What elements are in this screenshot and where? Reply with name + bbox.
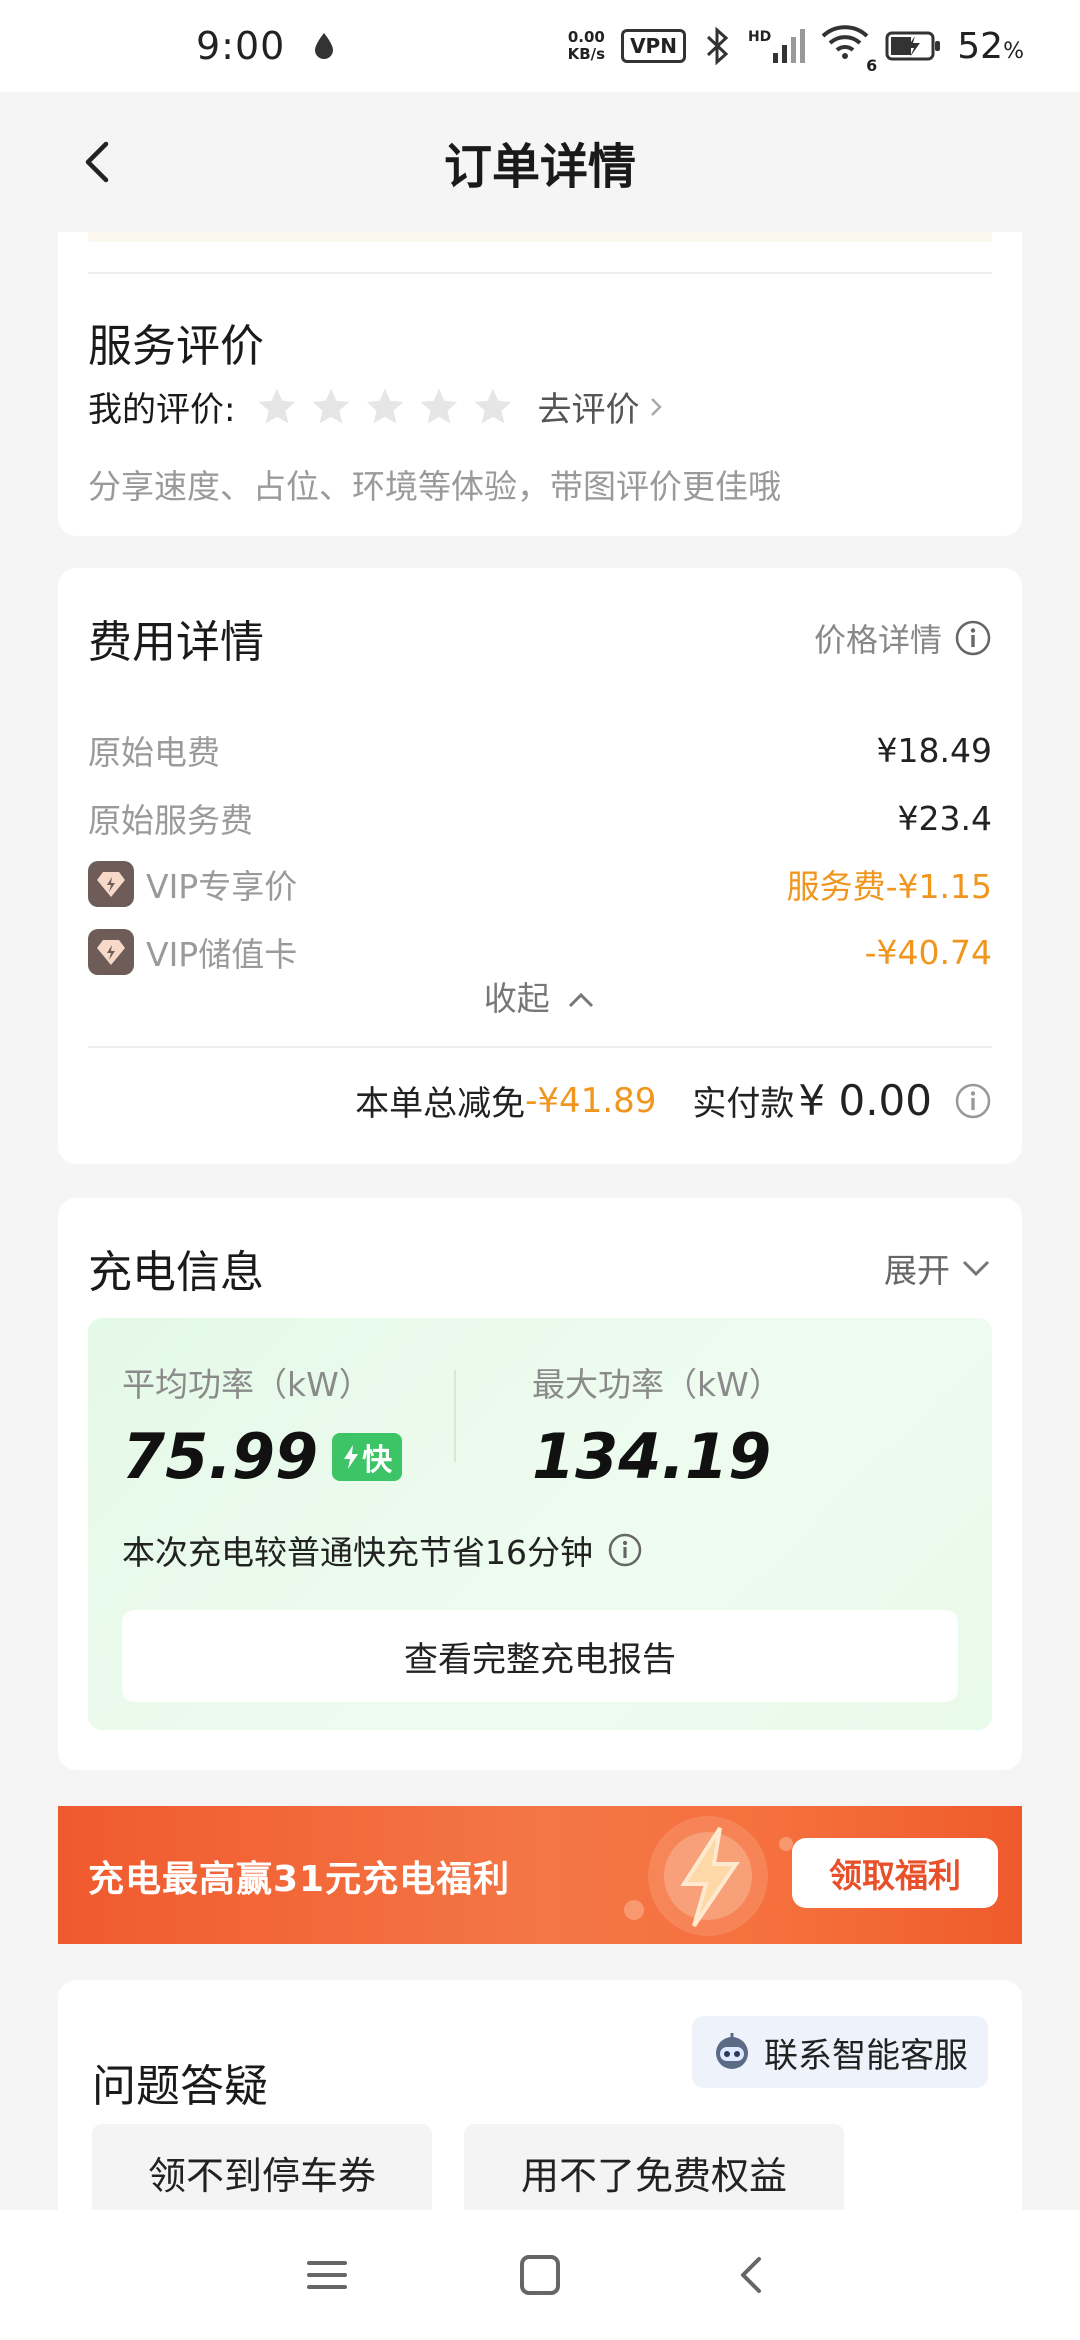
fee-detail-card: 费用详情 价格详情 原始电费 ¥18.49 原始服务费 ¥23.4 VIP专享价… (58, 568, 1022, 1164)
contact-ai-service-button[interactable]: 联系智能客服 (692, 2016, 988, 2088)
star-icon[interactable] (417, 385, 461, 429)
wifi-icon: 6 (821, 24, 877, 75)
my-rating-label: 我的评价: (88, 390, 236, 430)
page-title: 订单详情 (443, 139, 636, 195)
divider (88, 1046, 992, 1048)
rating-stars[interactable] (255, 385, 515, 429)
star-icon[interactable] (255, 385, 299, 429)
price-detail-button[interactable]: 价格详情 (814, 615, 992, 661)
total-discount-value: -¥41.89 (525, 1080, 657, 1121)
vip-diamond-icon (88, 929, 134, 975)
previous-section-edge (88, 232, 992, 242)
fee-row-service: 原始服务费 ¥23.4 (88, 798, 992, 841)
chevron-right-icon (651, 397, 663, 416)
divider (454, 1370, 456, 1462)
banner-text: 充电最高赢31元充电福利 (88, 1859, 511, 1900)
lightning-icon (344, 1444, 359, 1469)
vip-diamond-icon (88, 861, 134, 907)
info-icon (955, 620, 991, 656)
my-rating-row: 我的评价: 去评价 (88, 382, 663, 431)
menu-icon (306, 2261, 347, 2289)
square-icon (519, 2255, 560, 2295)
chevron-up-icon (569, 992, 594, 1008)
chevron-left-icon (741, 2257, 762, 2293)
rating-hint: 分享速度、占位、环境等体验，带图评价更佳哦 (88, 467, 781, 506)
net-speed: 0.00 KB/s (567, 28, 606, 63)
expand-button[interactable]: 展开 (884, 1244, 992, 1292)
qa-chip[interactable]: 领不到停车券 (92, 2124, 432, 2220)
service-rating-card: 服务评价 我的评价: 去评价 分享速度、占位、环境等体验，带图评价更佳哦 (58, 232, 1022, 536)
fee-row-electricity: 原始电费 ¥18.49 (88, 730, 992, 773)
charging-title: 充电信息 (88, 1247, 264, 1298)
home-button[interactable] (510, 2245, 570, 2305)
star-icon[interactable] (471, 385, 515, 429)
lightning-coin-icon (624, 1816, 793, 1936)
charging-info-card: 充电信息 展开 平均功率（kW） 75.99 快 最大功率（kW） 134.19… (58, 1198, 1022, 1770)
vpn-badge: VPN (621, 29, 686, 63)
bluetooth-icon (706, 26, 729, 66)
star-icon[interactable] (363, 385, 407, 429)
robot-icon (716, 2033, 748, 2069)
claim-benefit-button[interactable]: 领取福利 (792, 1838, 998, 1908)
chevron-left-icon (85, 141, 109, 183)
chevron-down-icon (962, 1260, 990, 1277)
cell-signal-icon: HD (748, 29, 806, 63)
fast-charge-badge: 快 (332, 1432, 403, 1481)
status-time: 9:00 (196, 24, 286, 68)
collapse-button[interactable]: 收起 (58, 972, 1022, 1020)
qa-card: 问题答疑 联系智能客服 领不到停车券 用不了免费权益 (58, 1980, 1022, 2230)
qa-chip[interactable]: 用不了免费权益 (464, 2124, 844, 2220)
promo-banner[interactable]: 充电最高赢31元充电福利 领取福利 (58, 1806, 1022, 1944)
app-header: 订单详情 (0, 92, 1080, 232)
info-icon[interactable] (954, 1082, 992, 1120)
fee-title: 费用详情 (88, 617, 264, 668)
rating-title: 服务评价 (88, 321, 264, 372)
battery-icon (885, 31, 941, 61)
fee-row-vip-card: VIP储值卡 -¥40.74 (88, 928, 992, 976)
system-back-button[interactable] (723, 2245, 783, 2305)
paid-value: ¥ 0.00 (798, 1076, 932, 1125)
divider (88, 272, 992, 274)
info-icon[interactable] (607, 1532, 643, 1568)
avg-power: 平均功率（kW） 75.99 快 (122, 1358, 403, 1493)
go-rate-link[interactable]: 去评价 (537, 382, 663, 431)
paid-label: 实付款 (692, 1084, 795, 1124)
battery-percent: 52% (957, 25, 1024, 67)
menu-button[interactable] (297, 2245, 357, 2305)
max-power: 最大功率（kW） 134.19 (532, 1365, 782, 1493)
time-saving-text: 本次充电较普通快充节省16分钟 (122, 1526, 643, 1574)
qa-title: 问题答疑 (92, 2061, 268, 2112)
back-button[interactable] (70, 132, 130, 192)
system-nav-bar (0, 2210, 1080, 2340)
fee-row-vip-price: VIP专享价 服务费-¥1.15 (88, 860, 992, 908)
fee-total-row: 本单总减免 -¥41.89 实付款 ¥ 0.00 (355, 1076, 992, 1125)
total-discount-label: 本单总减免 (355, 1084, 526, 1124)
star-icon[interactable] (309, 385, 353, 429)
water-drop-icon (315, 33, 334, 59)
status-bar: 9:00 0.00 KB/s VPN HD 6 52% (0, 0, 1080, 92)
view-report-button[interactable]: 查看完整充电报告 (122, 1610, 958, 1702)
power-summary-box: 平均功率（kW） 75.99 快 最大功率（kW） 134.19 本次充电较普通… (88, 1318, 992, 1730)
